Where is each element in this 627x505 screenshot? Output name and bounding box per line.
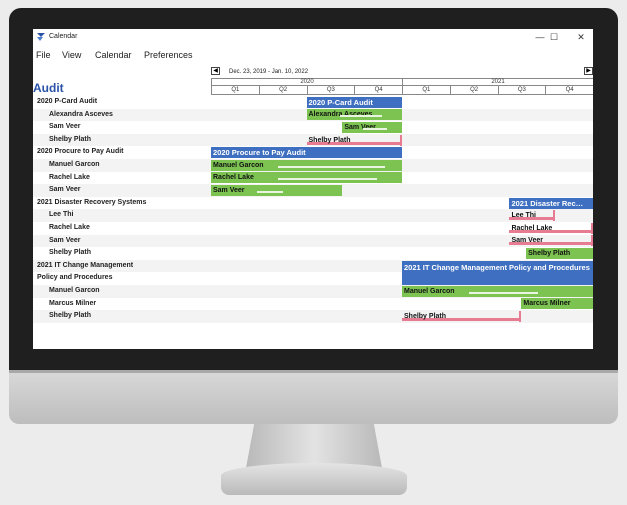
window-title: Calendar xyxy=(49,33,78,40)
assignee-name: Rachel Lake xyxy=(49,173,90,181)
assignee-name: Marcus Milner xyxy=(49,299,97,307)
project-name: 2021 IT Change Management xyxy=(37,261,134,269)
close-button[interactable]: ✕ xyxy=(573,30,589,44)
next-range-button[interactable]: ▶ xyxy=(584,67,593,75)
project-name: 2021 Disaster Recovery Systems xyxy=(37,198,147,206)
title-bar: Calendar — ☐ ✕ xyxy=(33,29,593,46)
assignee-name: Shelby Plath xyxy=(49,249,92,257)
timeline-header: 2020 2021 Q1 Q2 Q3 Q4 Q1 Q2 Q3 Q4 xyxy=(211,78,593,95)
task-bar[interactable]: Rachel Lake xyxy=(211,172,402,184)
bar-label: Manuel Garcon xyxy=(213,161,264,169)
maximize-button[interactable]: ☐ xyxy=(546,30,562,44)
milestone-bar[interactable]: Shelby Plath xyxy=(402,311,522,322)
assignee-row[interactable]: Shelby Plath xyxy=(33,247,593,260)
bar-label: Sam Veer xyxy=(511,237,543,245)
milestone-bar[interactable]: Shelby Plath xyxy=(306,134,402,146)
task-bar[interactable]: Manuel Garcon xyxy=(402,285,593,297)
bar-label: Rachel Lake xyxy=(511,224,553,232)
menu-preferences[interactable]: Preferences xyxy=(144,50,193,60)
bar-label: Sam Veer xyxy=(213,187,245,194)
assignee-name: Manuel Garcon xyxy=(49,287,100,294)
task-bar[interactable]: Shelby Plath xyxy=(526,248,593,259)
bar-end-marker xyxy=(519,311,522,322)
timeline-quarter: Q1 xyxy=(402,86,450,95)
project-bar[interactable]: 2021 IT Change Management Policy and Pro… xyxy=(402,260,593,285)
project-bar[interactable]: 2020 Procure to Pay Audit xyxy=(211,147,402,159)
assignee-name: Shelby Plath xyxy=(49,312,92,320)
assignee-row[interactable]: Marcus Milner xyxy=(33,298,593,311)
monitor-stand-base xyxy=(221,463,407,495)
assignee-name: Sam Veer xyxy=(49,123,81,131)
bar-label: Shelby Plath xyxy=(404,313,447,320)
assignee-name: Lee Thi xyxy=(49,211,74,219)
monitor-stand-neck xyxy=(246,424,382,468)
timeline-quarter: Q4 xyxy=(545,86,593,95)
progress-indicator xyxy=(277,165,385,168)
menu-file[interactable]: File xyxy=(36,50,51,60)
project-bar[interactable]: 2020 P-Card Audit xyxy=(306,96,402,108)
project-name: Policy and Procedures xyxy=(37,274,113,282)
progress-indicator xyxy=(256,191,284,193)
bar-label: Lee Thi xyxy=(511,212,536,220)
progress-indicator xyxy=(277,178,378,181)
task-bar[interactable]: Sam Veer xyxy=(211,185,343,196)
bar-end-marker xyxy=(400,134,402,146)
assignee-row[interactable]: Sam Veer xyxy=(33,121,593,134)
bar-label: 2020 Procure to Pay Audit xyxy=(213,148,306,158)
assignee-name: Alexandra Asceves xyxy=(49,110,113,118)
menu-view[interactable]: View xyxy=(62,50,81,60)
assignee-name: Rachel Lake xyxy=(49,224,90,231)
app-window: Calendar — ☐ ✕ File View Calendar Prefer… xyxy=(33,29,593,349)
task-bar[interactable]: Marcus Milner xyxy=(521,298,593,310)
menu-bar: File View Calendar Preferences xyxy=(33,50,593,64)
prev-range-button[interactable]: ◀ xyxy=(211,67,220,75)
bar-label: Marcus Milner xyxy=(523,300,571,308)
bar-end-marker xyxy=(591,235,593,247)
timeline-quarter: Q2 xyxy=(258,86,307,95)
milestone-bar[interactable]: Lee Thi xyxy=(509,210,555,222)
timeline-quarter: Q2 xyxy=(449,86,498,95)
project-name: 2020 P-Card Audit xyxy=(37,98,98,105)
milestone-bar[interactable]: Sam Veer xyxy=(509,235,593,247)
assignee-name: Sam Veer xyxy=(49,236,81,244)
timeline-quarter: Q4 xyxy=(354,86,402,95)
timeline-quarter: Q3 xyxy=(497,86,546,95)
monitor-chin-edge xyxy=(9,370,618,373)
timeline-year: 2020 xyxy=(211,78,402,86)
bar-label: 2020 P-Card Audit xyxy=(308,97,373,107)
assignee-name: Manuel Garcon xyxy=(49,161,100,168)
milestone-bar[interactable]: Rachel Lake xyxy=(509,222,593,234)
bar-label: Rachel Lake xyxy=(213,174,254,182)
app-logo-icon xyxy=(37,33,45,41)
task-bar[interactable]: Manuel Garcon xyxy=(211,159,402,171)
bar-end-marker xyxy=(591,222,593,234)
timeline-year: 2021 xyxy=(402,78,593,86)
date-range-label: Dec. 23, 2019 - Jan. 10, 2022 xyxy=(229,69,309,75)
bar-label: Manuel Garcon xyxy=(404,287,455,295)
bar-label: 2021 IT Change Management Policy and Pro… xyxy=(404,262,590,272)
progress-indicator xyxy=(339,115,382,118)
bar-label: Shelby Plath xyxy=(528,250,571,257)
project-bar[interactable]: 2021 Disaster Rec… xyxy=(509,197,593,209)
progress-indicator xyxy=(468,291,538,294)
task-bar[interactable]: Sam Veer xyxy=(342,122,402,133)
monitor-chin xyxy=(9,370,618,424)
assignee-name: Shelby Plath xyxy=(49,135,92,143)
task-bar[interactable]: Alexandra Asceves xyxy=(306,109,402,121)
timeline-quarter: Q3 xyxy=(306,86,355,95)
assignee-name: Sam Veer xyxy=(49,186,81,194)
section-title: Audit xyxy=(33,81,64,95)
progress-indicator xyxy=(363,128,388,130)
project-name: 2020 Procure to Pay Audit xyxy=(37,148,124,156)
menu-calendar[interactable]: Calendar xyxy=(95,50,132,60)
bar-end-marker xyxy=(552,210,555,222)
timeline-quarter: Q1 xyxy=(211,86,259,95)
bar-label: Shelby Plath xyxy=(308,136,351,144)
bar-label: 2021 Disaster Rec… xyxy=(511,198,584,208)
